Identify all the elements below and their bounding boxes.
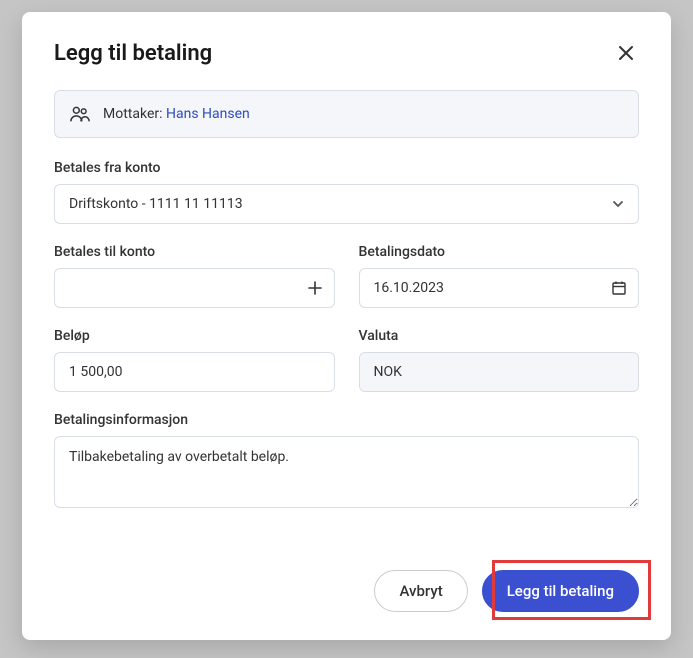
info-group: Betalingsinformasjon Tilbakebetaling av … [54,412,639,512]
amount-group: Beløp [54,328,335,392]
modal-footer: Avbryt Legg til betaling [54,546,639,612]
people-icon [69,103,91,125]
recipient-label-text: Mottaker: [103,106,163,122]
amount-input[interactable] [54,352,335,392]
from-account-input[interactable] [54,184,639,224]
payment-date-group: Betalingsdato [359,244,640,308]
add-payment-modal: Legg til betaling Mottaker: Hans Hansen … [22,12,671,640]
currency-input [359,352,640,392]
modal-header: Legg til betaling [54,40,639,66]
currency-group: Valuta [359,328,640,392]
calendar-icon [611,280,627,296]
recipient-label: Mottaker: Hans Hansen [103,106,250,122]
recipient-name: Hans Hansen [166,106,250,122]
info-textarea[interactable]: Tilbakebetaling av overbetalt beløp. [54,436,639,508]
from-account-select[interactable] [54,184,639,224]
plus-icon [307,280,323,296]
amount-label: Beløp [54,328,335,344]
recipient-box: Mottaker: Hans Hansen [54,90,639,138]
calendar-button[interactable] [611,280,627,296]
to-account-group: Betales til konto [54,244,335,308]
close-button[interactable] [613,40,639,66]
payment-date-input[interactable] [359,268,640,308]
to-account-label: Betales til konto [54,244,335,260]
to-account-input[interactable] [54,268,335,308]
modal-title: Legg til betaling [54,41,212,66]
currency-label: Valuta [359,328,640,344]
info-label: Betalingsinformasjon [54,412,639,428]
from-account-group: Betales fra konto [54,160,639,224]
close-icon [617,44,635,62]
submit-button[interactable]: Legg til betaling [482,570,639,612]
cancel-button[interactable]: Avbryt [374,570,467,612]
from-account-label: Betales fra konto [54,160,639,176]
payment-date-label: Betalingsdato [359,244,640,260]
add-account-button[interactable] [307,280,323,296]
